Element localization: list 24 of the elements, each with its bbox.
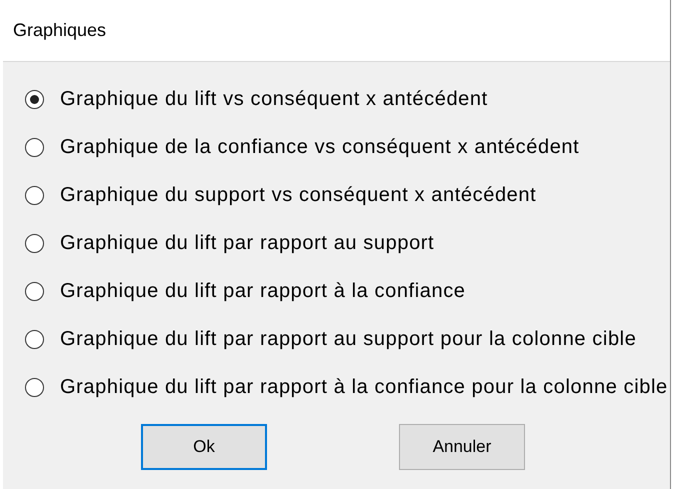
radio-button[interactable] <box>25 186 44 204</box>
option-label: Graphique du lift par rapport au support pour la colonne cible <box>60 327 636 352</box>
radio-button[interactable] <box>25 138 44 156</box>
option-label: Graphique du lift par rapport à la confiance <box>60 279 466 304</box>
radio-option[interactable]: Graphique du support vs conséquent x antécédent <box>25 184 670 206</box>
option-label: Graphique du lift par rapport à la confiance pour la colonne cible <box>60 375 668 400</box>
cancel-button[interactable]: Annuler <box>399 424 525 470</box>
option-label: Graphique du lift par rapport au support <box>60 231 434 256</box>
radio-button[interactable] <box>25 330 44 348</box>
radio-button[interactable] <box>25 378 44 396</box>
radio-option[interactable]: Graphique du lift vs conséquent x antécédent <box>25 88 670 110</box>
option-label: Graphique du lift vs conséquent x antécédent <box>60 87 488 112</box>
window-title: Graphiques <box>13 19 106 42</box>
radio-button[interactable] <box>25 282 44 300</box>
radio-option[interactable]: Graphique du lift par rapport à la confiance pour la colonne cible <box>25 376 670 398</box>
radio-option[interactable]: Graphique du lift par rapport à la confiance <box>25 280 670 302</box>
radio-option[interactable]: Graphique du lift par rapport au support <box>25 232 670 254</box>
radio-button[interactable] <box>25 90 44 108</box>
radio-button[interactable] <box>25 234 44 252</box>
radio-option[interactable]: Graphique de la confiance vs conséquent x antécédent <box>25 136 670 158</box>
option-label: Graphique du support vs conséquent x antécédent <box>60 183 536 208</box>
option-label: Graphique de la confiance vs conséquent x antécédent <box>60 135 580 160</box>
ok-button[interactable]: Ok <box>141 424 267 470</box>
radio-option[interactable]: Graphique du lift par rapport au support pour la colonne cible <box>25 328 670 350</box>
